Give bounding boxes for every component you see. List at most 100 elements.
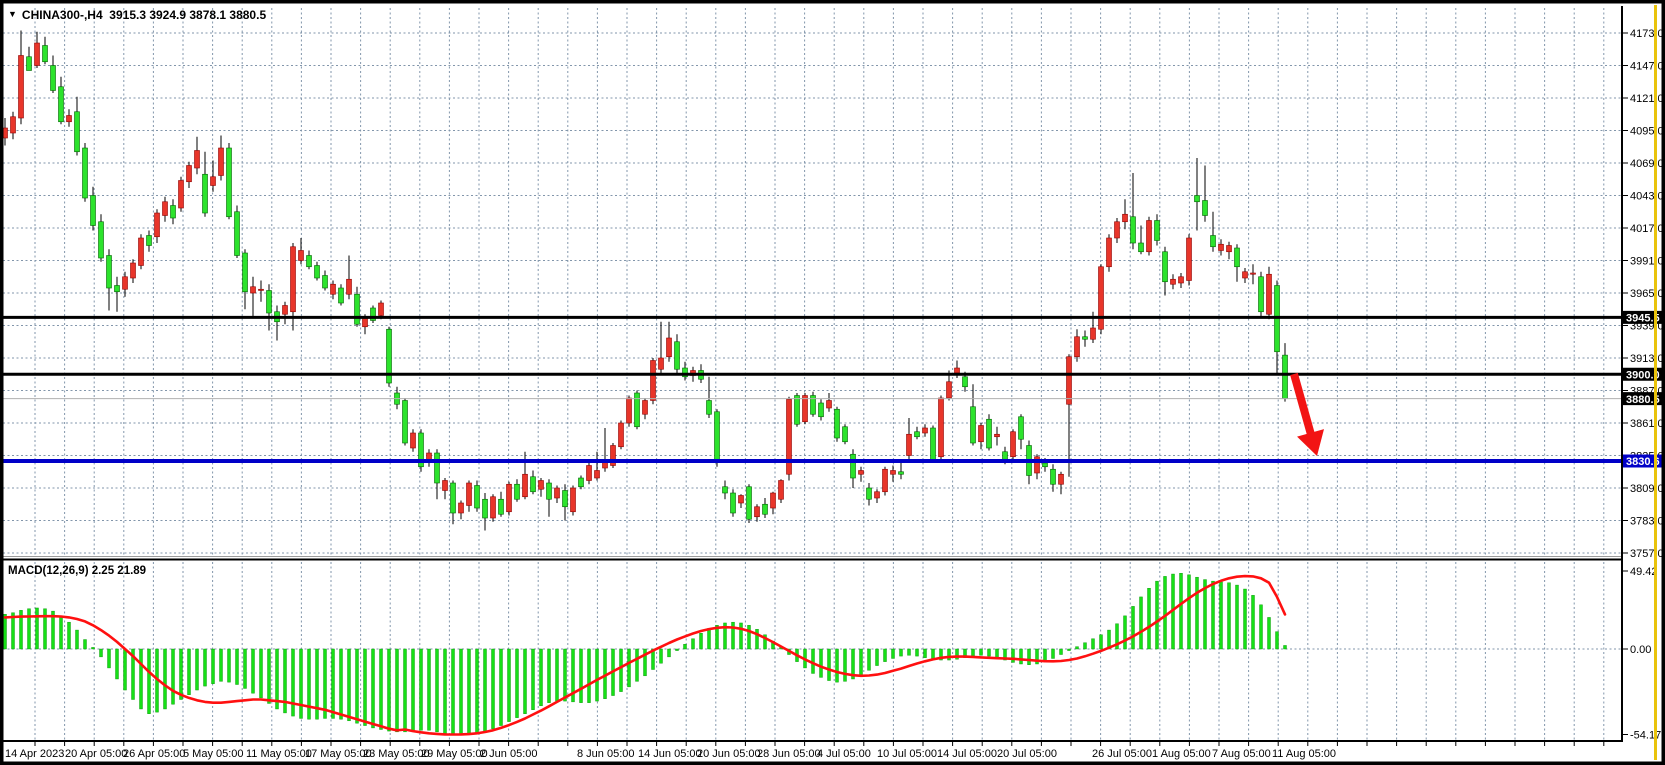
macd-bar (1140, 597, 1143, 649)
bull-candle (1099, 267, 1104, 330)
bear-candle (763, 504, 768, 514)
bear-candle (747, 487, 752, 520)
bull-candle (251, 287, 256, 293)
time-tick-label: 20 Jul 05:00 (997, 748, 1057, 760)
bear-candle (835, 409, 840, 438)
macd-bar (948, 649, 951, 660)
bear-candle (723, 487, 728, 493)
macd-bar (860, 649, 863, 675)
bull-candle (1171, 279, 1176, 284)
bear-candle (315, 266, 320, 279)
macd-bar (516, 649, 519, 718)
bear-candle (1139, 243, 1144, 252)
bear-candle (59, 87, 64, 122)
macd-bar (1236, 585, 1239, 649)
macd-bar (1252, 595, 1255, 649)
macd-bar (660, 649, 663, 663)
time-tick-label: 5 May 05:00 (183, 748, 244, 760)
macd-bar (828, 649, 831, 681)
macd-bar (900, 649, 903, 656)
bull-candle (291, 247, 296, 312)
bull-candle (643, 401, 648, 415)
price-tick-label: 3991.0 (1630, 256, 1664, 268)
macd-bar (524, 649, 527, 714)
macd-bar (268, 649, 271, 703)
bear-candle (675, 342, 680, 370)
macd-bar (396, 649, 399, 732)
bear-candle (843, 427, 848, 442)
macd-bar (492, 649, 495, 729)
macd-bar (92, 647, 95, 649)
time-tick-label: 8 Jun 05:00 (577, 748, 635, 760)
macd-bar (340, 649, 343, 719)
bull-candle (467, 483, 472, 506)
macd-bar (180, 649, 183, 700)
bull-candle (491, 497, 496, 518)
macd-bar (468, 649, 471, 733)
macd-bar (220, 649, 223, 681)
macd-bar (1052, 649, 1055, 658)
macd-bar (1244, 589, 1247, 649)
bull-candle (1091, 328, 1096, 339)
price-tick-label: 3783.0 (1630, 516, 1664, 528)
macd-bar (244, 649, 247, 688)
macd-bar (1164, 576, 1167, 649)
macd-bar (356, 649, 359, 723)
bull-candle (283, 306, 288, 315)
macd-bar (196, 649, 199, 690)
mt4-chart-window: 4173.04147.04121.04095.04069.04043.04017… (0, 0, 1665, 765)
bear-candle (1203, 201, 1208, 216)
bull-candle (939, 398, 944, 457)
bear-candle (1155, 221, 1160, 241)
macd-bar (412, 649, 415, 731)
macd-bar (1260, 605, 1263, 649)
macd-bar (628, 649, 631, 687)
bull-candle (139, 238, 144, 266)
bear-candle (203, 174, 208, 213)
macd-bar (532, 649, 535, 710)
macd-bar (1228, 583, 1231, 649)
macd-bar (428, 649, 431, 730)
bear-candle (75, 112, 80, 152)
macd-bar (620, 649, 623, 692)
macd-bar (324, 649, 327, 718)
bull-candle (891, 471, 896, 475)
macd-bar (972, 649, 975, 656)
macd-bar (300, 649, 303, 718)
bull-candle (859, 471, 864, 475)
price-tick-label: 3809.0 (1630, 483, 1664, 495)
time-tick-label: 7 Aug 05:00 (1212, 748, 1271, 760)
chart-canvas[interactable]: 4173.04147.04121.04095.04069.04043.04017… (0, 0, 1665, 765)
macd-bar (924, 649, 927, 658)
bear-candle (915, 432, 920, 437)
bull-candle (755, 507, 760, 517)
macd-bar (212, 649, 215, 684)
price-tick-label: 3965.0 (1630, 288, 1664, 300)
bear-candle (1051, 469, 1056, 484)
bull-candle (803, 396, 808, 422)
bear-candle (323, 276, 328, 289)
bull-candle (67, 116, 72, 122)
bull-candle (947, 382, 952, 398)
macd-bar (124, 649, 127, 690)
bull-candle (179, 181, 184, 209)
macd-bar (36, 608, 39, 649)
macd-bar (876, 649, 879, 666)
bear-candle (635, 393, 640, 427)
bull-candle (827, 401, 832, 409)
bull-candle (1067, 357, 1072, 405)
macd-bar (1012, 649, 1015, 662)
time-tick-label: 17 May 05:00 (305, 748, 372, 760)
bull-candle (539, 481, 544, 490)
macd-bar (748, 625, 751, 649)
macd-bar (1148, 588, 1151, 649)
macd-bar (1180, 573, 1183, 649)
bear-candle (43, 46, 48, 62)
macd-bar (140, 649, 143, 709)
bear-candle (795, 396, 800, 425)
macd-bar (1020, 649, 1023, 664)
macd-bar (1268, 617, 1271, 649)
macd-bar (692, 639, 695, 649)
bull-candle (1059, 474, 1064, 484)
bull-candle (651, 361, 656, 401)
